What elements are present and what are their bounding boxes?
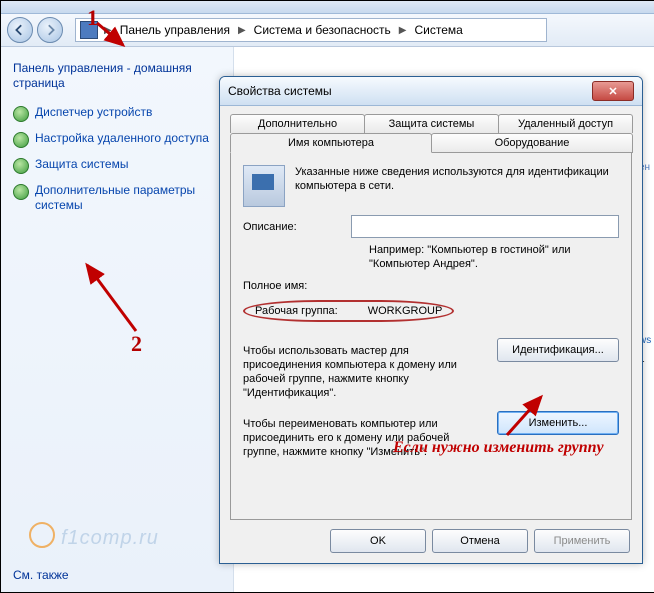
- sidebar-item-label: Диспетчер устройств: [35, 105, 152, 120]
- sidebar-header[interactable]: Панель управления - домашняя страница: [13, 61, 221, 91]
- chevron-right-icon: ▶: [236, 25, 248, 36]
- sidebar-item-remote[interactable]: Настройка удаленного доступа: [13, 131, 221, 147]
- nav-back-button[interactable]: [7, 17, 33, 43]
- breadcrumb-seg-1[interactable]: Панель управления: [114, 19, 236, 41]
- annotation-text: Если нужно изменить группу: [393, 439, 604, 457]
- dialog-titlebar[interactable]: Свойства системы ✕: [220, 77, 642, 106]
- cancel-button[interactable]: Отмена: [432, 529, 528, 553]
- identify-button[interactable]: Идентификация...: [497, 338, 619, 362]
- sidebar-item-device-manager[interactable]: Диспетчер устройств: [13, 105, 221, 121]
- watermark: f1comp.ru: [29, 518, 159, 550]
- tab-panel-computer-name: Указанные ниже сведения используются для…: [230, 152, 632, 520]
- fullname-label: Полное имя:: [243, 280, 351, 292]
- bullet-icon: [13, 158, 29, 174]
- sidebar-item-label: Защита системы: [35, 157, 128, 172]
- tab-hardware[interactable]: Оборудование: [431, 133, 633, 153]
- tab-advanced[interactable]: Дополнительно: [230, 114, 365, 133]
- chevron-right-icon: ▶: [397, 25, 409, 36]
- tab-protection[interactable]: Защита системы: [364, 114, 499, 133]
- sidebar-item-advanced[interactable]: Дополнительные параметры системы: [13, 183, 221, 213]
- workgroup-label: Рабочая группа:: [255, 305, 338, 317]
- change-button[interactable]: Изменить...: [497, 411, 619, 435]
- see-also-label: См. также: [13, 568, 69, 582]
- ok-button[interactable]: OK: [330, 529, 426, 553]
- system-properties-dialog: Свойства системы ✕ Дополнительно Защита …: [219, 76, 643, 564]
- window-titlebar: [1, 1, 654, 14]
- close-button[interactable]: ✕: [592, 81, 634, 101]
- breadcrumb-seg-3[interactable]: Система: [408, 19, 468, 41]
- nav-toolbar: ▶ Панель управления ▶ Система и безопасн…: [1, 14, 654, 47]
- sidebar-item-label: Дополнительные параметры системы: [35, 183, 221, 213]
- dialog-title: Свойства системы: [228, 84, 592, 98]
- watermark-icon: [29, 522, 55, 548]
- workgroup-value: WORKGROUP: [368, 305, 443, 317]
- apply-button[interactable]: Применить: [534, 529, 630, 553]
- nav-forward-button[interactable]: [37, 17, 63, 43]
- example-text: Например: "Компьютер в гостиной" или "Ко…: [369, 244, 619, 272]
- breadcrumb-seg-2[interactable]: Система и безопасность: [248, 19, 397, 41]
- tab-computer-name[interactable]: Имя компьютера: [230, 133, 432, 153]
- dialog-button-bar: OK Отмена Применить: [330, 529, 630, 553]
- bullet-icon: [13, 106, 29, 122]
- address-bar[interactable]: ▶ Панель управления ▶ Система и безопасн…: [75, 18, 547, 42]
- tab-row-2: Имя компьютера Оборудование: [230, 133, 632, 153]
- sidebar-item-label: Настройка удаленного доступа: [35, 131, 209, 146]
- annotation-number-2: 2: [131, 331, 142, 357]
- bullet-icon: [13, 184, 29, 200]
- description-label: Описание:: [243, 221, 351, 233]
- bullet-icon: [13, 132, 29, 148]
- tab-row-1: Дополнительно Защита системы Удаленный д…: [230, 114, 632, 133]
- description-input[interactable]: [351, 215, 619, 238]
- sidebar-item-protection[interactable]: Защита системы: [13, 157, 221, 173]
- identify-help-text: Чтобы использовать мастер для присоедине…: [243, 344, 489, 401]
- annotation-number-1: 1: [87, 5, 98, 31]
- sidebar: Панель управления - домашняя страница Ди…: [1, 47, 234, 592]
- chevron-right-icon: ▶: [102, 25, 114, 36]
- computer-icon: [243, 165, 285, 207]
- tab-remote[interactable]: Удаленный доступ: [498, 114, 633, 133]
- workgroup-row: Рабочая группа: WORKGROUP: [243, 300, 454, 322]
- info-text: Указанные ниже сведения используются для…: [295, 165, 619, 194]
